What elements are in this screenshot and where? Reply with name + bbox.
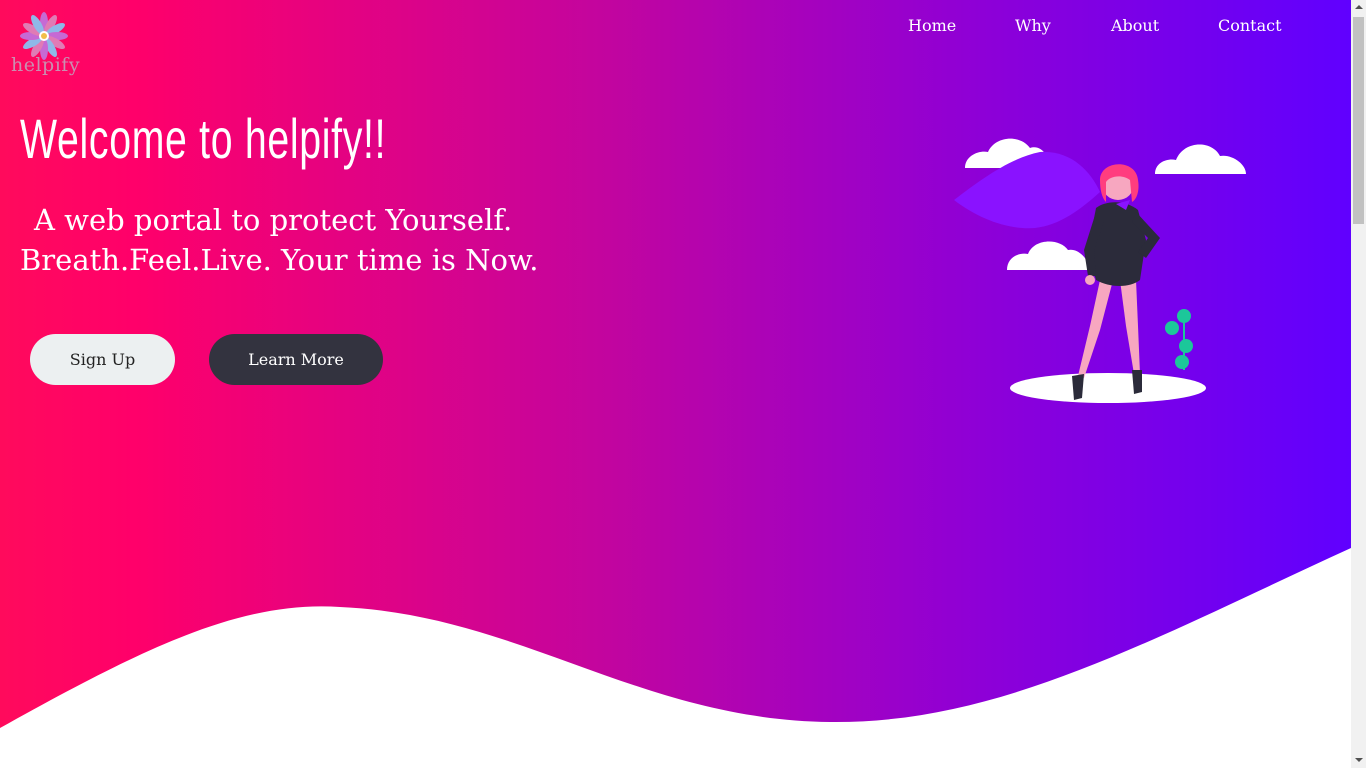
signup-button[interactable]: Sign Up [30,334,175,385]
scrollbar[interactable] [1351,0,1366,768]
scroll-thumb[interactable] [1353,17,1364,224]
woman-standing-clouds-illustration [954,138,1246,403]
nav-why[interactable]: Why [1015,16,1051,35]
nav-about[interactable]: About [1111,16,1159,35]
tagline-line-1: A web portal to protect Yourself. [34,203,513,237]
logo-text: helpify [11,54,81,76]
hero-section: helpify Home Why About Contact Welcome t… [0,0,1351,768]
learn-more-button[interactable]: Learn More [209,334,383,385]
nav-contact[interactable]: Contact [1218,16,1282,35]
hero-title: Welcome to helpify!! [20,107,387,170]
scroll-down-icon[interactable] [1351,753,1366,768]
hero-tagline: A web portal to protect Yourself. Breath… [20,200,539,280]
main-nav: Home Why About Contact [0,16,1351,40]
tagline-line-2: Breath.Feel.Live. Your time is Now. [20,243,539,277]
page: helpify Home Why About Contact Welcome t… [0,0,1366,768]
nav-home[interactable]: Home [908,16,956,35]
scroll-up-icon[interactable] [1351,0,1366,15]
